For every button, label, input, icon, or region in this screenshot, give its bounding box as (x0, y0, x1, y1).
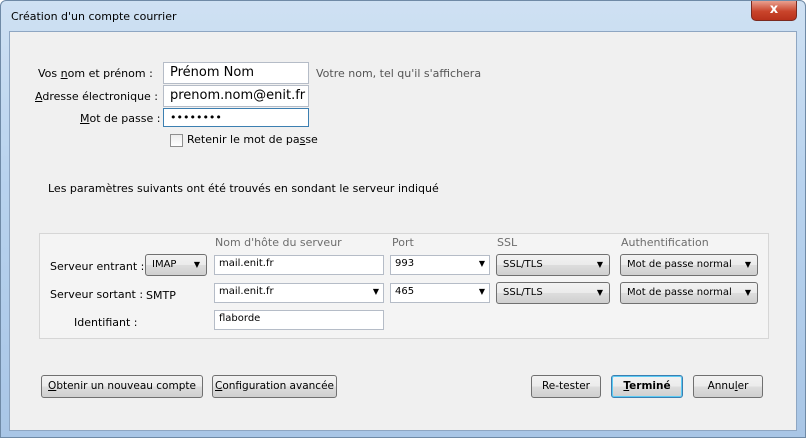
outgoing-port-combo[interactable]: 465 ▼ (390, 283, 490, 303)
outgoing-ssl-select[interactable]: SSL/TLS ▼ (496, 282, 610, 304)
incoming-ssl-select[interactable]: SSL/TLS ▼ (496, 254, 610, 276)
chevron-down-icon[interactable]: ▼ (479, 287, 485, 296)
close-button[interactable]: x (751, 1, 797, 21)
port-column-header: Port (392, 236, 414, 249)
dialog-window: Création d'un compte courrier x Vos nom … (0, 0, 806, 438)
cancel-button[interactable]: Annuler (693, 375, 763, 398)
chevron-down-icon[interactable]: ▼ (479, 259, 485, 268)
ssl-column-header: SSL (497, 236, 518, 249)
done-button[interactable]: Terminé (611, 375, 683, 398)
chevron-down-icon: ▼ (596, 260, 603, 269)
incoming-server-label: Serveur entrant : (50, 260, 145, 273)
retest-button[interactable]: Re-tester (531, 375, 601, 398)
chevron-down-icon[interactable]: ▼ (373, 287, 379, 296)
host-column-header: Nom d'hôte du serveur (215, 236, 342, 249)
window-title: Création d'un compte courrier (11, 10, 177, 23)
username-field[interactable]: flaborde (214, 310, 384, 330)
password-field[interactable]: •••••••• (163, 108, 309, 127)
name-hint: Votre nom, tel qu'il s'affichera (316, 67, 482, 80)
dialog-content: Vos nom et prénom : Prénom Nom Votre nom… (9, 31, 797, 431)
outgoing-protocol: SMTP (146, 289, 176, 302)
chevron-down-icon: ▼ (193, 260, 200, 269)
outgoing-server-label: Serveur sortant : (50, 288, 144, 301)
chevron-down-icon: ▼ (596, 288, 603, 297)
incoming-protocol-select[interactable]: IMAP ▼ (145, 254, 207, 276)
outgoing-auth-select[interactable]: Mot de passe normal ▼ (620, 282, 758, 304)
username-label: Identifiant : (74, 316, 138, 329)
auth-column-header: Authentification (621, 236, 709, 249)
incoming-auth-select[interactable]: Mot de passe normal ▼ (620, 254, 758, 276)
password-label: Mot de passe : (80, 112, 161, 125)
incoming-port-combo[interactable]: 993 ▼ (390, 255, 490, 275)
name-label: Vos nom et prénom : (38, 67, 153, 80)
server-settings-group: Nom d'hôte du serveur Port SSL Authentif… (39, 233, 769, 339)
advanced-config-button[interactable]: Configuration avancée (212, 375, 337, 398)
close-icon: x (769, 2, 779, 17)
email-label: Adresse électronique : (35, 90, 159, 103)
chevron-down-icon: ▼ (744, 288, 751, 297)
name-field[interactable]: Prénom Nom (163, 62, 309, 84)
chevron-down-icon: ▼ (744, 260, 751, 269)
title-bar[interactable]: Création d'un compte courrier x (1, 1, 805, 31)
email-field[interactable]: prenom.nom@enit.fr (163, 85, 309, 107)
get-new-account-button[interactable]: Obtenir un nouveau compte (41, 375, 203, 398)
outgoing-host-combo[interactable]: mail.enit.fr ▼ (214, 283, 384, 303)
remember-password-checkbox[interactable] (170, 134, 183, 147)
remember-password-label[interactable]: Retenir le mot de passe (187, 133, 318, 146)
info-text: Les paramètres suivants ont été trouvés … (48, 182, 439, 195)
incoming-host-field[interactable]: mail.enit.fr (214, 255, 384, 275)
